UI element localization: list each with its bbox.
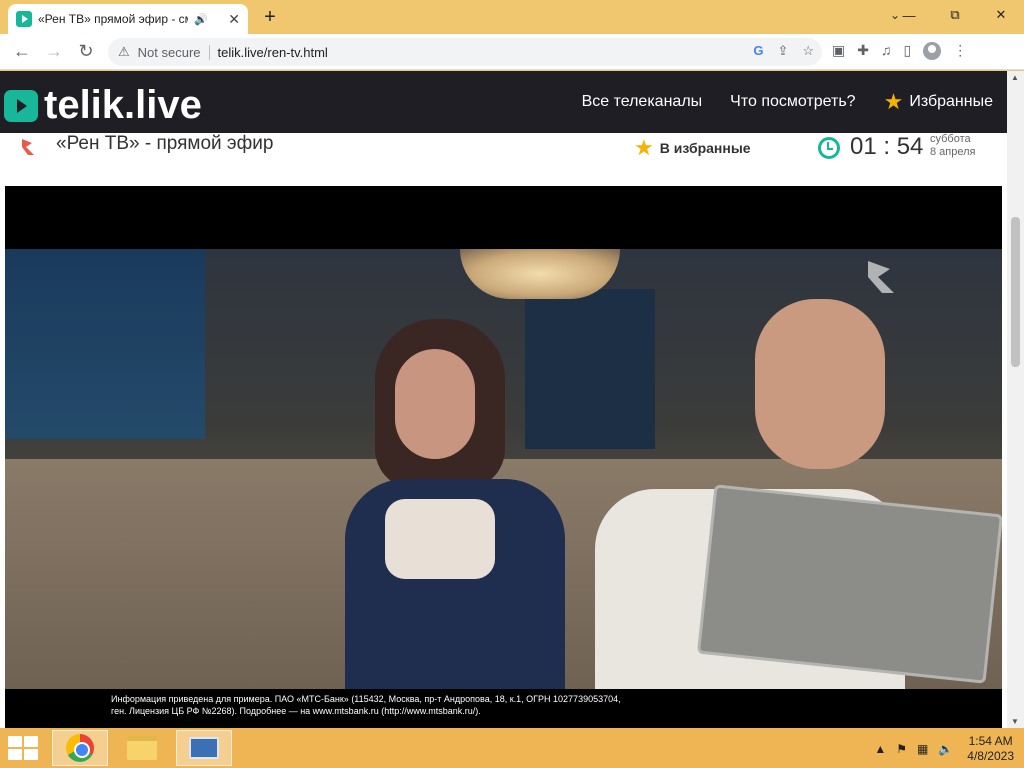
browser-tab-bar: «Рен ТВ» прямой эфир - смотреть онлайн 🔊… (0, 0, 1024, 34)
clock-date: суббота 8 апреля (930, 133, 976, 159)
chrome-icon (66, 734, 94, 762)
nav-favorites-label: Избранные (909, 93, 993, 110)
site-header: telik.live Все телеканалы Что посмотреть… (0, 71, 1007, 133)
telik-favicon-icon (16, 11, 32, 27)
disclaimer-line: ген. Лицензия ЦБ РФ №2268). Подробнее — … (111, 706, 481, 716)
taskbar-date: 4/8/2023 (967, 749, 1014, 763)
nav-all-channels[interactable]: Все телеканалы (582, 93, 703, 111)
extension-icon[interactable]: ▣ (832, 42, 845, 60)
warning-icon[interactable]: ⚠ (118, 44, 130, 60)
start-button[interactable] (8, 736, 38, 760)
ad-disclaimer: Информация приведена для примера. ПАО «М… (5, 689, 1002, 728)
share-icon[interactable]: ⇪ (777, 43, 788, 59)
tv-play-icon (4, 89, 38, 122)
url-text[interactable]: telik.live/ren-tv.html (218, 45, 328, 60)
site-nav: Все телеканалы Что посмотреть? ★ Избранн… (582, 91, 993, 113)
clock-weekday: суббота (930, 133, 971, 145)
clock-day-month: 8 апреля (930, 146, 976, 158)
add-to-favorites-button[interactable]: ★ В избранные (634, 137, 751, 159)
scroll-down-arrow-icon[interactable]: ▼ (1011, 717, 1019, 726)
omnibox-actions: G ⇪ ☆ (753, 43, 814, 59)
browser-tab[interactable]: «Рен ТВ» прямой эфир - смотреть онлайн 🔊… (8, 4, 248, 34)
star-icon: ★ (883, 89, 904, 114)
disclaimer-line: Информация приведена для примера. ПАО «М… (111, 694, 621, 704)
woman-figure (345, 319, 565, 689)
page-scrollbar[interactable]: ▲ ▼ (1007, 71, 1024, 728)
taskbar-chrome[interactable] (52, 730, 108, 766)
media-control-icon[interactable]: ♫ (881, 42, 892, 60)
nav-favorites[interactable]: ★ Избранные (884, 91, 993, 113)
system-tray: ▲ ⚑ ▦ 🔈 1:54 AM 4/8/2023 (874, 734, 1014, 764)
security-label[interactable]: Not secure (138, 44, 210, 60)
window-controls: — ⧉ ✕ (886, 0, 1024, 30)
ren-tv-watermark-icon (868, 261, 894, 293)
volume-muted-icon[interactable]: 🔈 (938, 742, 953, 756)
channel-title: «Рен ТВ» - прямой эфир (56, 133, 274, 154)
man-head (755, 299, 885, 469)
ceiling-lamp (460, 249, 620, 299)
extension-icons: ▣ ✚ ♫ ▯ ⋮ (832, 42, 967, 60)
scrollbar-thumb[interactable] (1011, 217, 1020, 367)
ren-tv-logo-icon (22, 139, 34, 155)
man-figure (595, 299, 1002, 689)
taskbar-computer[interactable] (176, 730, 232, 766)
taskbar-time: 1:54 AM (968, 734, 1013, 748)
web-page: telik.live Все телеканалы Что посмотреть… (0, 71, 1024, 728)
background-window (5, 249, 205, 439)
close-window-button[interactable]: ✕ (978, 0, 1024, 30)
computer-icon (189, 737, 219, 759)
star-icon: ★ (634, 135, 654, 160)
tray-expand-icon[interactable]: ▲ (874, 742, 886, 756)
video-player[interactable]: Информация приведена для примера. ПАО «М… (5, 186, 1002, 728)
new-tab-button[interactable]: + (258, 6, 282, 29)
puzzle-icon[interactable]: ✚ (857, 42, 869, 60)
logo-text: telik.live (44, 83, 202, 127)
nav-what-to-watch[interactable]: Что посмотреть? (730, 93, 855, 111)
restore-button[interactable]: ⧉ (932, 0, 978, 30)
forward-button[interactable]: → (38, 36, 70, 68)
woman-face (395, 349, 475, 459)
windows-logo-pane (24, 736, 38, 747)
reload-button[interactable]: ↻ (70, 36, 102, 68)
tablet-device (696, 484, 1002, 684)
scroll-up-arrow-icon[interactable]: ▲ (1011, 73, 1019, 82)
clock-icon (818, 137, 840, 159)
windows-logo-pane (8, 749, 22, 760)
bookmark-star-icon[interactable]: ☆ (802, 43, 814, 59)
clock-time: 01 : 54 (850, 133, 924, 160)
taskbar-clock[interactable]: 1:54 AM 4/8/2023 (967, 734, 1014, 764)
tab-title: «Рен ТВ» прямой эфир - смотреть онлайн (38, 12, 188, 26)
woman-top (385, 499, 495, 579)
side-panel-icon[interactable]: ▯ (903, 42, 911, 60)
video-frame[interactable] (5, 249, 1002, 689)
browser-toolbar: ← → ↻ ⚠ Not secure telik.live/ren-tv.htm… (0, 34, 1024, 70)
profile-avatar-icon[interactable] (923, 42, 942, 60)
taskbar-file-explorer[interactable] (114, 730, 170, 766)
add-to-favorites-label: В избранные (659, 140, 751, 156)
menu-kebab-icon[interactable]: ⋮ (953, 42, 967, 60)
action-center-icon[interactable]: ⚑ (896, 742, 907, 756)
windows-logo-pane (8, 736, 22, 747)
site-logo[interactable]: telik.live (4, 83, 202, 128)
back-button[interactable]: ← (6, 36, 38, 68)
tab-close-icon[interactable]: ✕ (228, 11, 240, 28)
network-icon[interactable]: ▦ (917, 742, 928, 756)
google-translate-icon[interactable]: G (753, 43, 763, 59)
address-bar[interactable]: ⚠ Not secure telik.live/ren-tv.html G ⇪ … (108, 38, 822, 66)
speaker-icon[interactable]: 🔊 (194, 13, 208, 26)
file-explorer-icon (127, 736, 157, 760)
windows-logo-pane (24, 749, 38, 760)
minimize-button[interactable]: — (886, 0, 932, 30)
windows-taskbar: ▲ ⚑ ▦ 🔈 1:54 AM 4/8/2023 (0, 728, 1024, 768)
channel-info-row: «Рен ТВ» - прямой эфир ★ В избранные 01 … (0, 133, 1007, 185)
